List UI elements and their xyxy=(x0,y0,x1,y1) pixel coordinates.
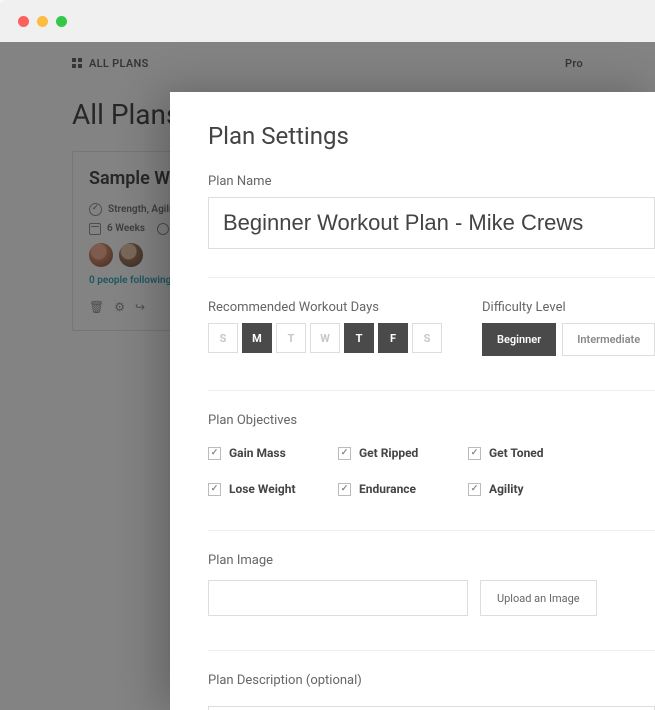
day-toggle-0[interactable]: S xyxy=(208,323,238,353)
difficulty-option-beginner[interactable]: Beginner xyxy=(482,323,556,356)
objective-get-ripped[interactable]: Get Ripped xyxy=(338,446,468,460)
objective-agility[interactable]: Agility xyxy=(468,482,598,496)
objective-label: Get Ripped xyxy=(359,446,418,460)
minimize-window-icon[interactable] xyxy=(37,16,48,27)
window-chrome xyxy=(0,0,655,42)
objectives-grid: Gain Mass Get Ripped Get Toned Lose Weight E… xyxy=(208,446,655,496)
plan-image-field[interactable] xyxy=(208,580,468,616)
day-picker: SMTWTFS xyxy=(208,323,442,353)
upload-image-button[interactable]: Upload an Image xyxy=(480,580,597,616)
days-label: Recommended Workout Days xyxy=(208,300,442,315)
close-window-icon[interactable] xyxy=(18,16,29,27)
objective-lose-weight[interactable]: Lose Weight xyxy=(208,482,338,496)
modal-title: Plan Settings xyxy=(208,122,655,150)
difficulty-picker: BeginnerIntermediateAdvanced xyxy=(482,323,655,356)
checkbox-icon xyxy=(338,447,351,460)
day-toggle-6[interactable]: S xyxy=(412,323,442,353)
checkbox-icon xyxy=(468,483,481,496)
objective-label: Lose Weight xyxy=(229,482,296,496)
checkbox-icon xyxy=(208,483,221,496)
checkbox-icon xyxy=(468,447,481,460)
plan-image-label: Plan Image xyxy=(208,553,655,568)
objective-endurance[interactable]: Endurance xyxy=(338,482,468,496)
app-body: ALL PLANS Pro All Plans Sample Workout P… xyxy=(0,42,655,710)
difficulty-option-intermediate[interactable]: Intermediate xyxy=(562,323,655,356)
plan-settings-modal: Plan Settings Plan Name Recommended Work… xyxy=(170,92,655,710)
objective-label: Get Toned xyxy=(489,446,544,460)
objective-gain-mass[interactable]: Gain Mass xyxy=(208,446,338,460)
objectives-label: Plan Objectives xyxy=(208,413,655,428)
objective-label: Endurance xyxy=(359,482,416,496)
checkbox-icon xyxy=(338,483,351,496)
plan-name-label: Plan Name xyxy=(208,174,655,189)
day-toggle-2[interactable]: T xyxy=(276,323,306,353)
objective-get-toned[interactable]: Get Toned xyxy=(468,446,598,460)
objective-label: Gain Mass xyxy=(229,446,286,460)
day-toggle-4[interactable]: T xyxy=(344,323,374,353)
plan-name-input[interactable] xyxy=(208,197,655,249)
checkbox-icon xyxy=(208,447,221,460)
maximize-window-icon[interactable] xyxy=(56,16,67,27)
plan-description-label: Plan Description (optional) xyxy=(208,673,655,688)
difficulty-label: Difficulty Level xyxy=(482,300,655,315)
day-toggle-1[interactable]: M xyxy=(242,323,272,353)
objective-label: Agility xyxy=(489,482,524,496)
plan-description-input[interactable] xyxy=(208,706,655,710)
day-toggle-5[interactable]: F xyxy=(378,323,408,353)
day-toggle-3[interactable]: W xyxy=(310,323,340,353)
